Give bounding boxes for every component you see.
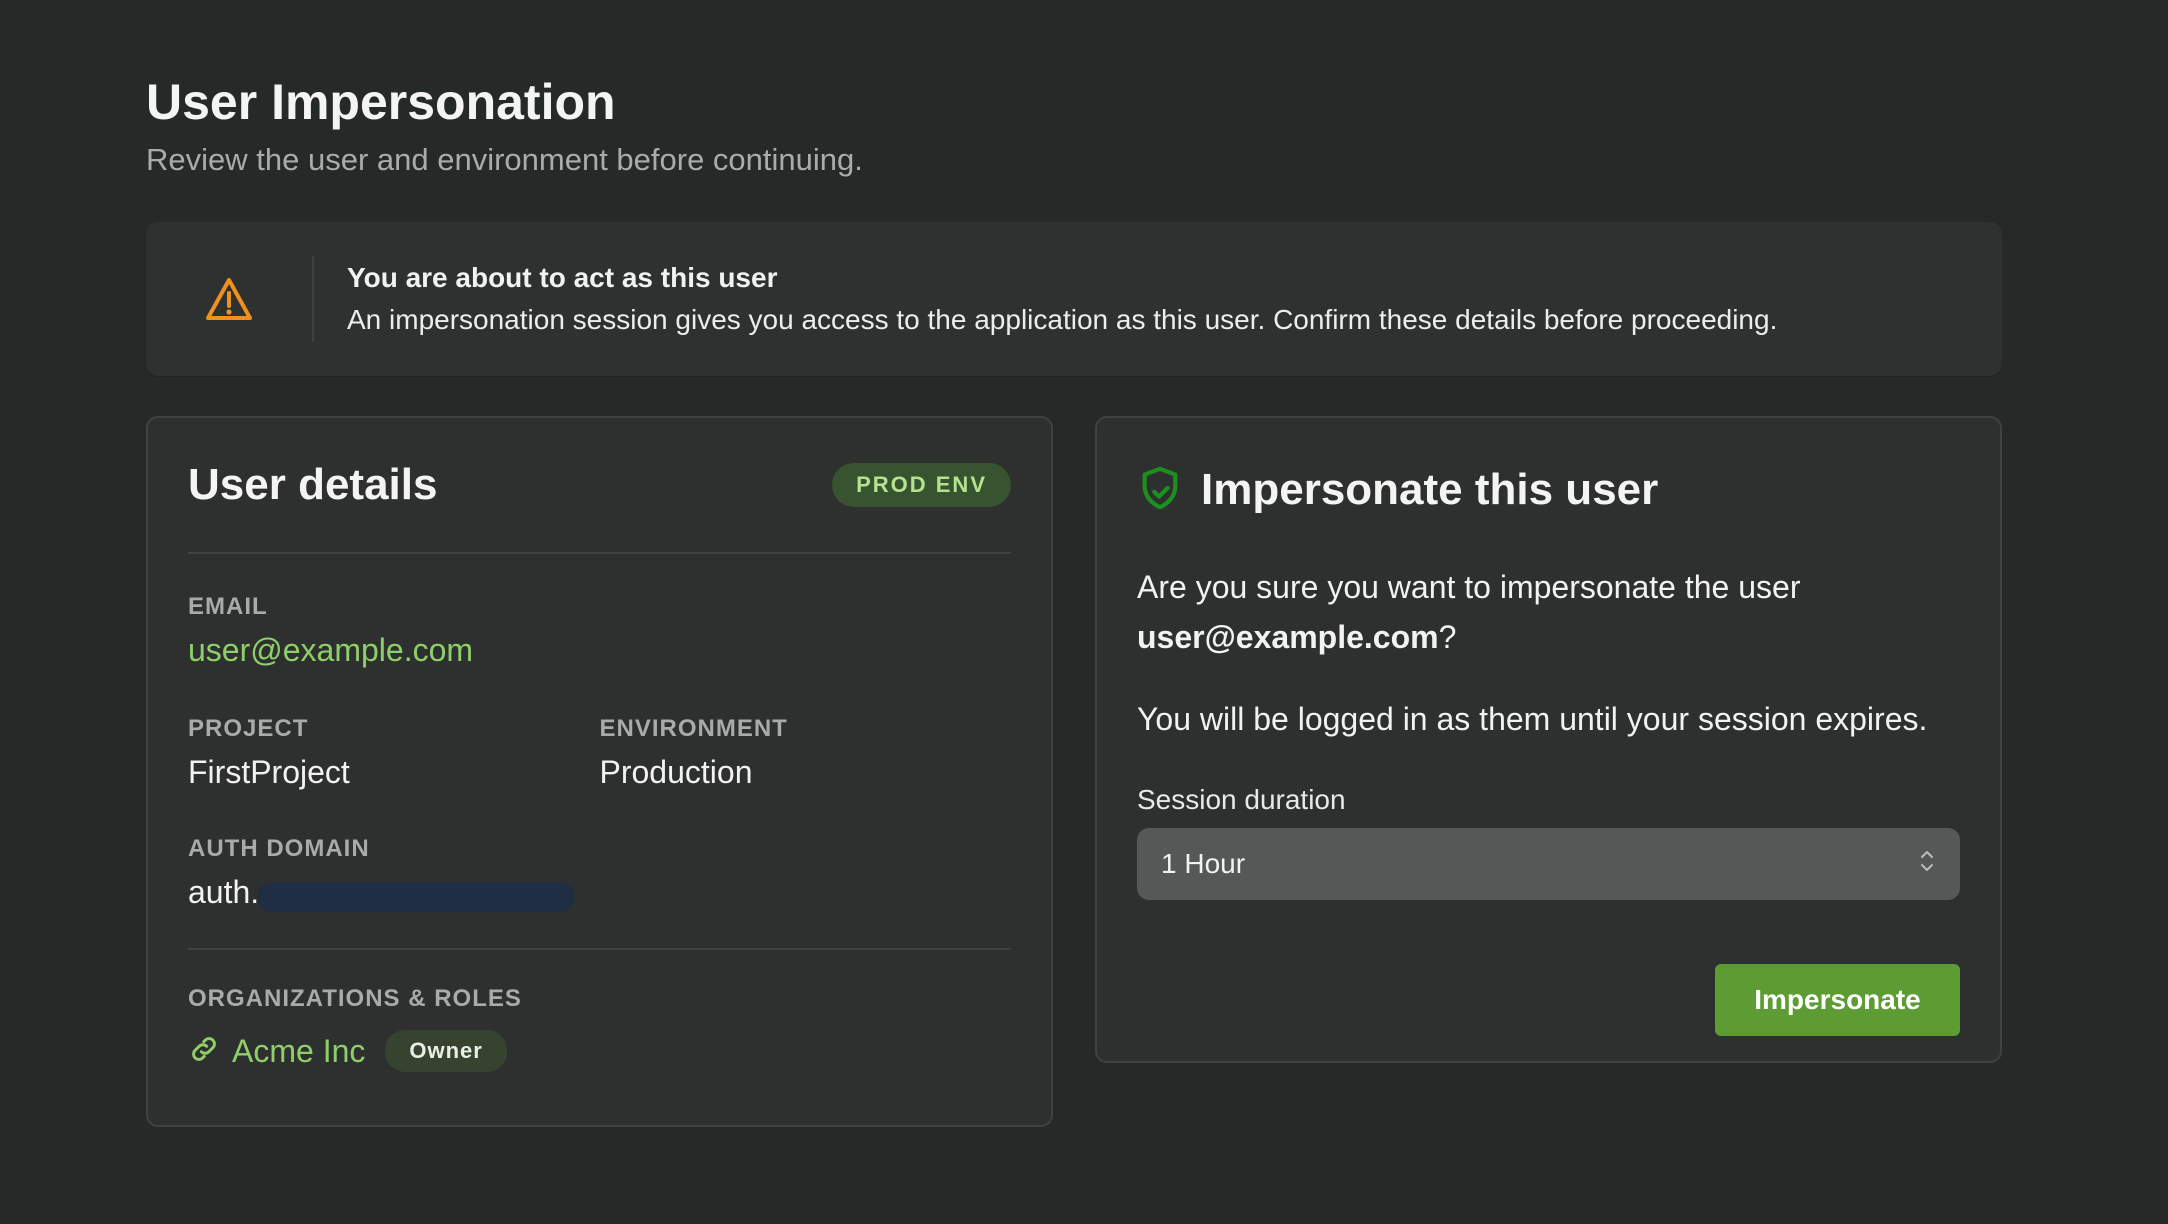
duration-value: 1 Hour	[1161, 848, 1246, 879]
email-field: EMAIL user@example.com	[188, 592, 1011, 670]
question-mark: ?	[1438, 619, 1457, 655]
auth-domain-value: auth.	[188, 872, 1011, 912]
shield-check-icon	[1137, 465, 1183, 516]
page: User Impersonation Review the user and e…	[0, 0, 2168, 1224]
impersonate-question: Are you sure you want to impersonate the…	[1137, 562, 1960, 662]
link-icon	[188, 1033, 220, 1070]
environment-label: ENVIRONMENT	[599, 715, 788, 742]
cards-row: User details PROD ENV EMAIL user@example…	[146, 416, 2022, 1127]
environment-value: Production	[599, 754, 753, 790]
session-duration-select[interactable]: 1 Hour	[1137, 828, 1960, 900]
alert-title: You are about to act as this user	[347, 262, 778, 293]
warning-triangle-icon	[146, 276, 312, 322]
alert-text: You are about to act as this user An imp…	[314, 260, 1777, 338]
question-email: user@example.com	[1137, 619, 1439, 655]
environment-field: ENVIRONMENT Production	[600, 714, 1012, 792]
email-label: EMAIL	[188, 593, 268, 620]
project-field: PROJECT FirstProject	[188, 714, 600, 792]
impersonate-button[interactable]: Impersonate	[1715, 964, 1960, 1036]
impersonate-card: Impersonate this user Are you sure you w…	[1095, 416, 2002, 1063]
chevron-updown-icon	[1918, 848, 1936, 881]
session-note: You will be logged in as them until your…	[1137, 701, 1928, 737]
orgs-section: ORGANIZATIONS & ROLES Acme Inc Owner	[188, 984, 1011, 1072]
section-divider	[188, 948, 1011, 950]
role-badge: Owner	[385, 1030, 507, 1072]
redacted-block	[257, 881, 576, 912]
project-label: PROJECT	[188, 715, 309, 742]
impersonate-title: Impersonate this user	[1201, 465, 1659, 514]
org-name-link[interactable]: Acme Inc	[232, 1033, 365, 1070]
impersonate-header: Impersonate this user	[1137, 418, 1960, 562]
user-details-header: User details PROD ENV	[188, 418, 1011, 554]
project-value: FirstProject	[188, 754, 350, 790]
button-row: Impersonate	[1137, 964, 1960, 1036]
user-details-title: User details	[188, 460, 438, 509]
question-text: Are you sure you want to impersonate the…	[1137, 569, 1801, 605]
auth-domain-prefix: auth.	[188, 874, 260, 910]
auth-domain-label: AUTH DOMAIN	[188, 835, 370, 862]
page-title: User Impersonation	[146, 74, 616, 130]
alert-body: An impersonation session gives you acces…	[347, 304, 1778, 335]
auth-domain-field: AUTH DOMAIN auth.	[188, 834, 1011, 912]
orgs-label: ORGANIZATIONS & ROLES	[188, 985, 522, 1012]
warning-alert: You are about to act as this user An imp…	[146, 222, 2002, 376]
env-badge: PROD ENV	[832, 463, 1011, 507]
duration-label: Session duration	[1137, 784, 1346, 815]
email-value: user@example.com	[188, 632, 474, 668]
user-details-card: User details PROD ENV EMAIL user@example…	[146, 416, 1053, 1127]
page-subtitle: Review the user and environment before c…	[146, 142, 863, 177]
org-row: Acme Inc Owner	[188, 1030, 1011, 1072]
project-environment-row: PROJECT FirstProject ENVIRONMENT Product…	[188, 714, 1011, 792]
